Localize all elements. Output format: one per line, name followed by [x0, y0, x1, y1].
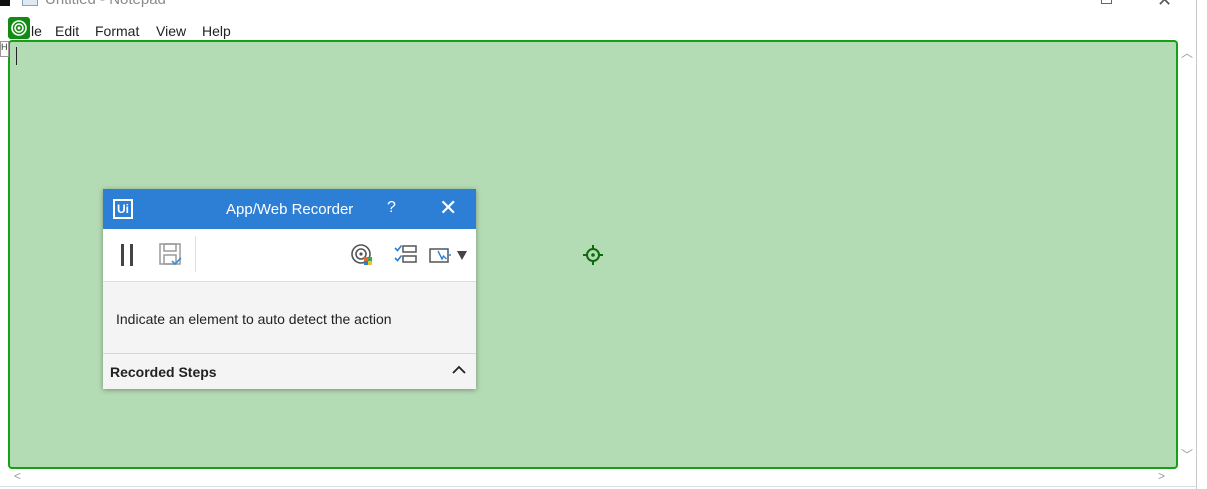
- recorder-panel: Ui App/Web Recorder ? ✕ Indicate an elem…: [103, 189, 476, 389]
- help-button[interactable]: ?: [387, 199, 396, 217]
- auto-detect-icon[interactable]: [349, 242, 375, 268]
- desktop-edge: [0, 0, 10, 6]
- notepad-icon: [22, 0, 38, 6]
- recorded-steps-section[interactable]: Recorded Steps: [103, 353, 476, 388]
- close-icon[interactable]: ✕: [439, 197, 457, 219]
- pause-icon[interactable]: [118, 242, 138, 268]
- chevron-up-icon[interactable]: [451, 362, 467, 378]
- close-icon[interactable]: ✕: [1157, 0, 1172, 9]
- toolbar-divider: [195, 236, 196, 272]
- window-title: Untitled - Notepad: [45, 0, 166, 8]
- crosshair-icon: [583, 245, 603, 265]
- menu-edit[interactable]: Edit: [55, 23, 79, 39]
- menu-format[interactable]: Format: [95, 23, 139, 39]
- save-icon[interactable]: [158, 242, 184, 268]
- recorder-toolbar: [103, 229, 476, 282]
- recorder-header[interactable]: Ui App/Web Recorder ? ✕: [103, 189, 476, 229]
- steps-list-icon[interactable]: [393, 242, 419, 268]
- text-caret: [16, 47, 17, 65]
- horizontal-scrollbar[interactable]: < >: [8, 469, 1177, 486]
- window-border: [1196, 0, 1197, 489]
- screen-selection-icon[interactable]: [428, 242, 470, 268]
- menu-view[interactable]: View: [156, 23, 186, 39]
- window-titlebar: Untitled - Notepad ✕: [0, 0, 1197, 14]
- scroll-down-icon[interactable]: ﹀: [1181, 446, 1193, 463]
- menu-help[interactable]: Help: [202, 23, 231, 39]
- vertical-scrollbar[interactable]: ︿ ﹀: [1177, 40, 1197, 469]
- scroll-left-icon[interactable]: <: [14, 469, 21, 483]
- scroll-up-icon[interactable]: ︿: [1181, 44, 1193, 61]
- scroll-right-icon[interactable]: >: [1158, 469, 1165, 483]
- target-icon: [8, 17, 30, 39]
- edge-marker: He: [0, 41, 9, 57]
- recorder-title: App/Web Recorder: [226, 201, 354, 218]
- uipath-logo: Ui: [113, 199, 133, 219]
- menu-file[interactable]: le: [31, 23, 42, 39]
- recorded-steps-label: Recorded Steps: [110, 364, 217, 380]
- maximize-icon[interactable]: [1101, 0, 1112, 4]
- recorder-instruction: Indicate an element to auto detect the a…: [116, 311, 392, 327]
- window-border: [0, 486, 1197, 487]
